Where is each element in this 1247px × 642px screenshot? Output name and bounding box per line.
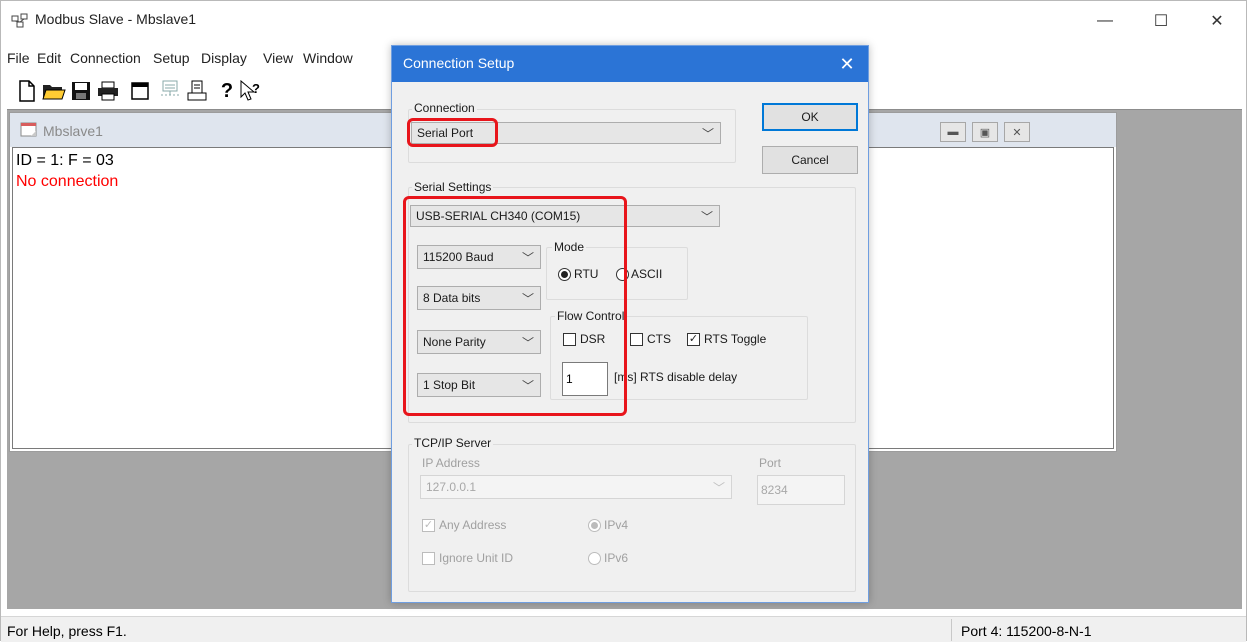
menu-edit[interactable]: Edit: [37, 50, 61, 66]
ip-address-select[interactable]: 127.0.0.1 ﹀: [420, 475, 732, 499]
ipv6-radio[interactable]: [588, 552, 601, 565]
cts-label: CTS: [647, 332, 671, 346]
chevron-down-icon: ﹀: [701, 127, 714, 141]
window-title: Modbus Slave - Mbslave1: [35, 11, 197, 27]
app-icon: [11, 13, 28, 28]
menu-file[interactable]: File: [7, 50, 30, 66]
dialog-title-bar[interactable]: Connection Setup ✕: [392, 46, 868, 82]
rts-delay-label: [ms] RTS disable delay: [614, 370, 738, 384]
chevron-down-icon: ﹀: [712, 481, 725, 495]
cts-checkbox[interactable]: [630, 333, 643, 346]
open-folder-icon[interactable]: [42, 79, 66, 103]
slave-id-function: ID = 1: F = 03: [16, 152, 114, 169]
dialog-title: Connection Setup: [403, 55, 515, 71]
any-address-checkbox[interactable]: ✓: [422, 519, 435, 532]
status-port-info: Port 4: 115200-8-N-1: [961, 623, 1092, 639]
title-bar: Modbus Slave - Mbslave1 — ☐ ✕: [1, 1, 1246, 41]
menu-setup[interactable]: Setup: [153, 50, 190, 66]
minimize-button[interactable]: —: [1082, 1, 1128, 41]
menu-view[interactable]: View: [263, 50, 293, 66]
svg-text:?: ?: [252, 81, 260, 96]
ok-button[interactable]: OK: [762, 103, 858, 131]
ignore-unit-id-label: Ignore Unit ID: [439, 551, 514, 565]
cancel-button[interactable]: Cancel: [762, 146, 858, 174]
menu-window[interactable]: Window: [303, 50, 353, 66]
highlight-serial-settings: [403, 196, 627, 416]
save-icon[interactable]: [69, 79, 93, 103]
printer-icon[interactable]: [185, 79, 209, 103]
any-address-label: Any Address: [439, 518, 507, 532]
help-icon[interactable]: ?: [215, 79, 239, 103]
port-label: Port: [759, 456, 782, 470]
ignore-unit-id-checkbox[interactable]: [422, 552, 435, 565]
ip-address-label: IP Address: [422, 456, 480, 470]
close-button[interactable]: ✕: [1194, 1, 1240, 41]
context-help-icon[interactable]: ?: [239, 79, 263, 103]
mode-ascii-label: ASCII: [631, 267, 663, 281]
serial-settings-label: Serial Settings: [412, 180, 494, 194]
rts-toggle-label: RTS Toggle: [704, 332, 767, 346]
highlight-connection: [407, 118, 498, 147]
ipv4-label: IPv4: [604, 518, 629, 532]
status-divider: [951, 619, 952, 641]
status-help-text: For Help, press F1.: [7, 623, 127, 639]
child-close-button[interactable]: ✕: [1004, 122, 1030, 142]
connection-status: No connection: [16, 173, 119, 190]
connection-setup-dialog: Connection Setup ✕ Connection Serial Por…: [391, 45, 869, 603]
document-icon: [20, 122, 37, 137]
ip-address-value: 127.0.0.1: [426, 480, 477, 494]
menu-connection[interactable]: Connection: [70, 50, 141, 66]
toolbar: ? ?: [15, 73, 345, 105]
new-document-icon[interactable]: [15, 79, 39, 103]
status-bar: For Help, press F1. Port 4: 115200-8-N-1: [1, 616, 1246, 642]
chevron-down-icon: ﹀: [700, 210, 713, 224]
child-restore-button[interactable]: ▣: [972, 122, 998, 142]
window-icon[interactable]: [128, 79, 152, 103]
menu-display[interactable]: Display: [201, 50, 247, 66]
display-icon[interactable]: [158, 79, 182, 103]
dialog-close-button[interactable]: ✕: [832, 51, 862, 77]
connection-group-label: Connection: [412, 101, 477, 115]
tcp-server-label: TCP/IP Server: [412, 436, 494, 450]
child-minimize-button[interactable]: ▬: [940, 122, 966, 142]
ipv6-label: IPv6: [604, 551, 629, 565]
ipv4-radio[interactable]: [588, 519, 601, 532]
child-title: Mbslave1: [43, 123, 103, 139]
maximize-button[interactable]: ☐: [1138, 1, 1184, 41]
rts-toggle-checkbox[interactable]: ✓: [687, 333, 700, 346]
print-icon[interactable]: [96, 79, 120, 103]
port-input[interactable]: [757, 475, 845, 505]
